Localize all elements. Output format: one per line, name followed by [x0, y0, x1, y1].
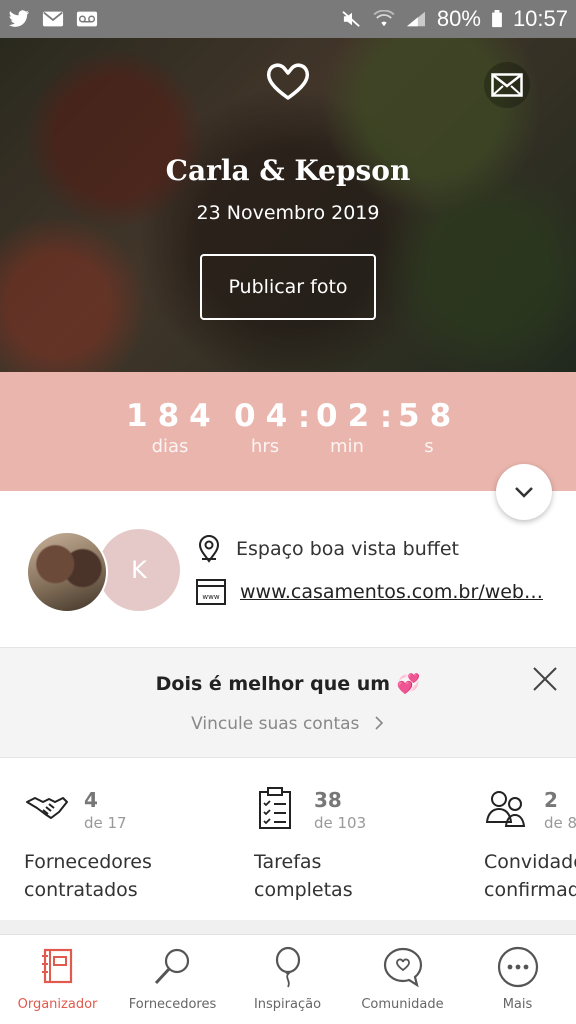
guests-label: Convidados confirmados	[484, 851, 576, 901]
guests-total: de 8	[544, 814, 576, 832]
countdown-days: 184 dias	[126, 398, 214, 457]
twitter-icon	[8, 10, 29, 27]
nav-community-label: Comunidade	[361, 997, 444, 1012]
guests-icon	[485, 791, 526, 827]
mute-icon	[342, 11, 360, 27]
hours-label: hrs	[250, 436, 280, 457]
days-value: 184	[126, 398, 221, 434]
svg-text:www: www	[202, 593, 219, 601]
tasks-total: de 103	[314, 814, 367, 832]
hours-value: 04	[234, 398, 298, 434]
balloon-icon	[275, 946, 300, 988]
minutes-value: 02	[316, 398, 380, 434]
vendors-count: 4	[84, 788, 98, 812]
expand-toggle-button[interactable]	[496, 464, 552, 520]
tasks-label: Tarefas completas	[254, 851, 353, 901]
website-link[interactable]: www.casamentos.com.br/web…	[240, 581, 543, 603]
link-accounts-link[interactable]: Vincule suas contas	[0, 714, 576, 734]
nav-inspiration-label: Inspiração	[253, 997, 322, 1012]
status-bar: 80% 10:57	[0, 0, 576, 38]
website-row[interactable]: www www.casamentos.com.br/web…	[196, 579, 543, 605]
vendors-label: Fornecedores contratados	[24, 851, 152, 901]
venue-row: Espaço boa vista buffet	[196, 535, 459, 563]
nav-more[interactable]: Mais	[460, 935, 575, 1024]
battery-icon	[492, 10, 502, 28]
venue-name: Espaço boa vista buffet	[236, 538, 459, 560]
close-icon[interactable]	[532, 666, 558, 692]
wifi-icon	[373, 10, 395, 27]
couple-names: Carla & Kepson	[165, 154, 411, 187]
magnifier-icon	[154, 948, 189, 985]
publish-photo-button[interactable]: Publicar foto	[200, 254, 376, 320]
cover-photo: Carla & Kepson 23 Novembro 2019 Publicar…	[0, 38, 576, 372]
banner-title: Dois é melhor que um 💞	[155, 673, 421, 695]
voicemail-icon	[76, 11, 98, 27]
envelope-icon	[491, 73, 523, 97]
handshake-icon	[26, 797, 68, 819]
link-accounts-banner: Dois é melhor que um 💞 Vincule suas cont…	[0, 647, 576, 758]
separator: :	[380, 400, 392, 435]
couple-info-card: K Espaço boa vista buffet www www.casame…	[0, 491, 576, 647]
mail-icon	[42, 11, 64, 27]
clock: 10:57	[512, 6, 568, 31]
seconds-value: 58	[398, 398, 462, 434]
separator: :	[298, 400, 310, 435]
chevron-right-icon	[375, 716, 383, 730]
heart-logo-icon	[266, 63, 310, 100]
link-accounts-label: Vincule suas contas	[191, 714, 360, 734]
partner-avatar[interactable]: K	[98, 529, 180, 611]
nav-vendors-label: Fornecedores	[128, 997, 217, 1012]
battery-level: 80%	[436, 6, 481, 31]
signal-icon	[406, 11, 425, 27]
days-label: dias	[151, 436, 189, 457]
nav-community[interactable]: Comunidade	[345, 935, 460, 1024]
section-divider	[0, 920, 576, 934]
notebook-icon	[41, 948, 72, 984]
countdown-hours: 04 hrs	[234, 398, 296, 457]
nav-organizer-label: Organizador	[17, 997, 98, 1012]
countdown-seconds: 58 s	[398, 398, 460, 457]
location-pin-icon	[198, 535, 220, 563]
bottom-navigation: Organizador Fornecedores Inspiração Comu…	[0, 934, 576, 1024]
checklist-icon	[259, 787, 291, 829]
seconds-label: s	[424, 436, 434, 457]
more-dots-icon	[497, 946, 538, 988]
countdown-minutes: 02 min	[316, 398, 378, 457]
tasks-count: 38	[314, 788, 342, 812]
minutes-label: min	[330, 436, 364, 457]
wedding-date: 23 Novembro 2019	[196, 202, 380, 224]
chat-heart-icon	[383, 947, 422, 988]
website-icon: www	[196, 579, 226, 605]
couple-photo-avatar[interactable]	[26, 531, 108, 613]
nav-inspiration[interactable]: Inspiração	[230, 935, 345, 1024]
messages-button[interactable]	[484, 62, 530, 108]
countdown-timer: 184 dias 04 hrs : 02 min : 58 s	[0, 372, 576, 491]
nav-organizer[interactable]: Organizador	[0, 935, 115, 1024]
guests-count: 2	[544, 788, 558, 812]
chevron-down-icon	[515, 487, 533, 498]
nav-more-label: Mais	[502, 997, 533, 1012]
nav-vendors[interactable]: Fornecedores	[115, 935, 230, 1024]
app-screen: 80% 10:57 Carla & Kepson 23 Novembro 201…	[0, 0, 576, 1024]
stats-section: 4 de 17 Fornecedores contratados 38 de 1…	[0, 758, 576, 920]
vendors-total: de 17	[84, 814, 127, 832]
